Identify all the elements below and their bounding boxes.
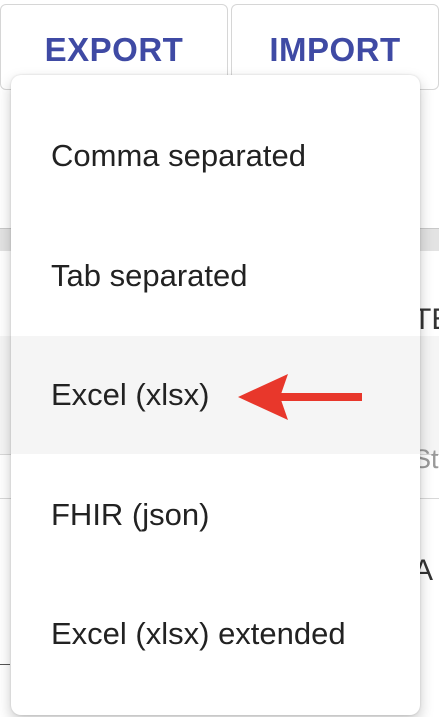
- menu-item-label: FHIR (json): [51, 497, 210, 532]
- arrow-shaft: [280, 393, 362, 401]
- menu-item-comma-separated[interactable]: Comma separated: [11, 97, 420, 215]
- arrow-left-icon: [238, 374, 362, 420]
- menu-item-tab-separated[interactable]: Tab separated: [11, 217, 420, 335]
- menu-item-label: Comma separated: [51, 138, 307, 173]
- menu-item-fhir-json[interactable]: FHIR (json): [11, 456, 420, 574]
- menu-item-label: Excel (xlsx): [51, 377, 210, 412]
- menu-item-label: Tab separated: [51, 258, 248, 293]
- menu-item-excel-xlsx-extended[interactable]: Excel (xlsx) extended: [11, 575, 420, 693]
- menu-item-label: Excel (xlsx) extended: [51, 616, 346, 651]
- background-link-underline: [0, 664, 10, 665]
